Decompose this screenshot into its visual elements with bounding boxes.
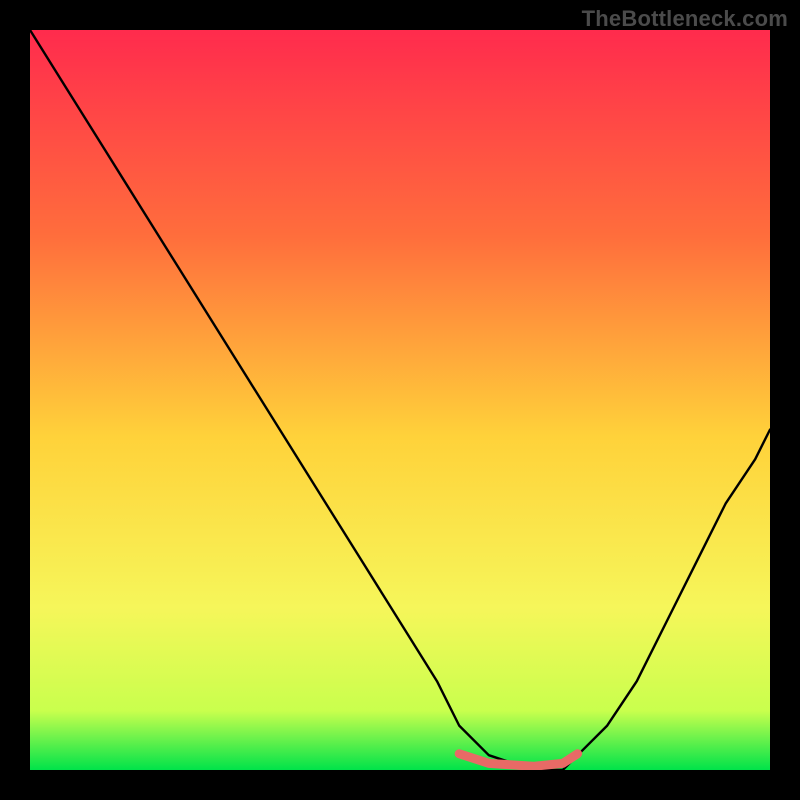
watermark-text: TheBottleneck.com [582, 6, 788, 32]
bottleneck-chart [30, 30, 770, 770]
gradient-background [30, 30, 770, 770]
